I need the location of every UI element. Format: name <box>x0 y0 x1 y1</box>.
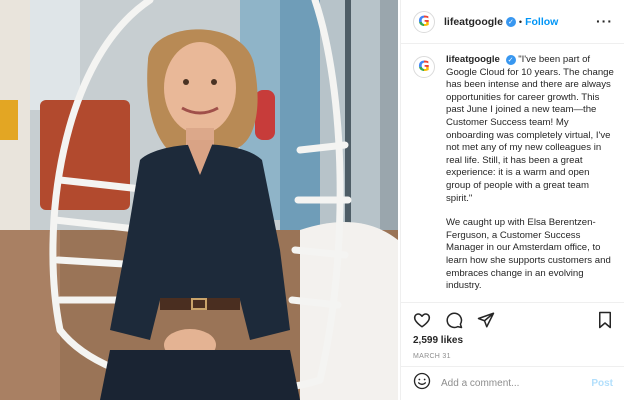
account-username[interactable]: lifeatgoogle <box>444 16 503 28</box>
google-g-logo-icon: G <box>418 59 430 75</box>
google-g-logo-icon: G <box>418 13 430 30</box>
caption-text: lifeatgoogle ✓ "I've been part of Google… <box>446 54 615 300</box>
photo-illustration <box>0 0 398 400</box>
comment-box: Post <box>401 366 624 400</box>
post-date: MARCH 31 <box>413 353 451 360</box>
caption-paragraph-1: lifeatgoogle ✓ "I've been part of Google… <box>446 54 615 205</box>
bookmark-icon[interactable] <box>597 311 613 329</box>
verified-badge-icon: ✓ <box>505 55 516 66</box>
account-avatar[interactable]: G <box>413 10 435 33</box>
caption-quote: "I've been part of Google Cloud for 10 y… <box>446 54 614 204</box>
follow-button[interactable]: Follow <box>525 16 558 28</box>
comment-input[interactable] <box>441 378 581 389</box>
heart-icon[interactable] <box>413 311 431 329</box>
caption-area[interactable]: G lifeatgoogle ✓ "I've been part of Goog… <box>401 54 624 300</box>
post-photo[interactable] <box>0 0 398 400</box>
caption-username[interactable]: lifeatgoogle <box>446 54 500 65</box>
caption-avatar[interactable]: G <box>413 56 435 78</box>
caption-paragraph-2: We caught up with Elsa Berentzen-Ferguso… <box>446 217 611 292</box>
likes-count[interactable]: 2,599 likes <box>413 335 463 346</box>
separator-dot: • <box>518 16 523 27</box>
post-side-panel: G lifeatgoogle ✓ • Follow ··· G lifeatgo… <box>400 0 624 400</box>
paper-plane-icon[interactable] <box>477 311 495 329</box>
smiley-icon[interactable] <box>413 372 431 395</box>
more-options-icon[interactable]: ··· <box>596 13 613 29</box>
caption-row: G lifeatgoogle ✓ "I've been part of Goog… <box>413 54 615 300</box>
post-header: G lifeatgoogle ✓ • Follow ··· <box>401 0 624 44</box>
verified-badge-icon: ✓ <box>505 16 516 27</box>
action-icon-group <box>413 311 495 329</box>
post-comment-button[interactable]: Post <box>591 378 613 389</box>
comment-bubble-icon[interactable] <box>445 311 463 329</box>
